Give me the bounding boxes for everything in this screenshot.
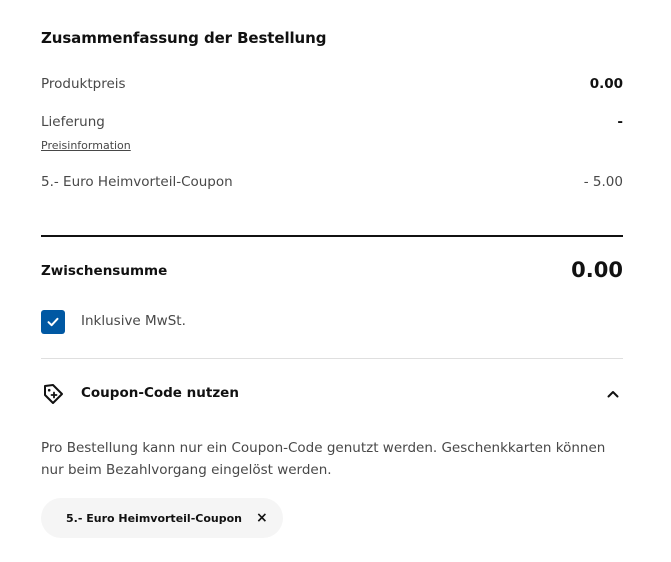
order-summary-panel: Zusammenfassung der Bestellung Produktpr… (41, 0, 623, 562)
price-information-link[interactable]: Preisinformation (41, 139, 131, 152)
delivery-value: - (617, 114, 623, 130)
coupon-discount-label: 5.- Euro Heimvorteil-Coupon (41, 174, 233, 190)
subtotal-value: 0.00 (571, 258, 623, 282)
summary-title: Zusammenfassung der Bestellung (41, 29, 327, 47)
coupon-tag-icon (44, 384, 63, 404)
vat-label: Inklusive MwSt. (81, 313, 186, 329)
coupon-discount-value: - 5.00 (583, 174, 623, 190)
coupon-accordion-toggle[interactable]: Coupon-Code nutzen (41, 378, 623, 410)
applied-coupon-label: 5.- Euro Heimvorteil-Coupon (66, 511, 242, 525)
remove-coupon-button[interactable]: × (256, 511, 268, 525)
coupon-section-title: Coupon-Code nutzen (81, 385, 239, 401)
delivery-label: Lieferung (41, 114, 105, 130)
product-price-label: Produktpreis (41, 76, 126, 92)
summary-divider (41, 235, 623, 237)
coupon-info-text: Pro Bestellung kann nur ein Coupon-Code … (41, 440, 606, 478)
coupon-discount-row: 5.- Euro Heimvorteil-Coupon - 5.00 (41, 174, 623, 190)
delivery-row: Lieferung - (41, 114, 623, 130)
applied-coupon-chip: 5.- Euro Heimvorteil-Coupon × (41, 498, 283, 538)
section-divider (41, 358, 623, 359)
checkmark-icon (47, 317, 59, 327)
vat-checkbox[interactable] (41, 310, 65, 334)
chevron-up-icon[interactable] (605, 386, 621, 402)
product-price-value: 0.00 (589, 76, 623, 92)
subtotal-label: Zwischensumme (41, 263, 168, 279)
product-price-row: Produktpreis 0.00 (41, 76, 623, 92)
